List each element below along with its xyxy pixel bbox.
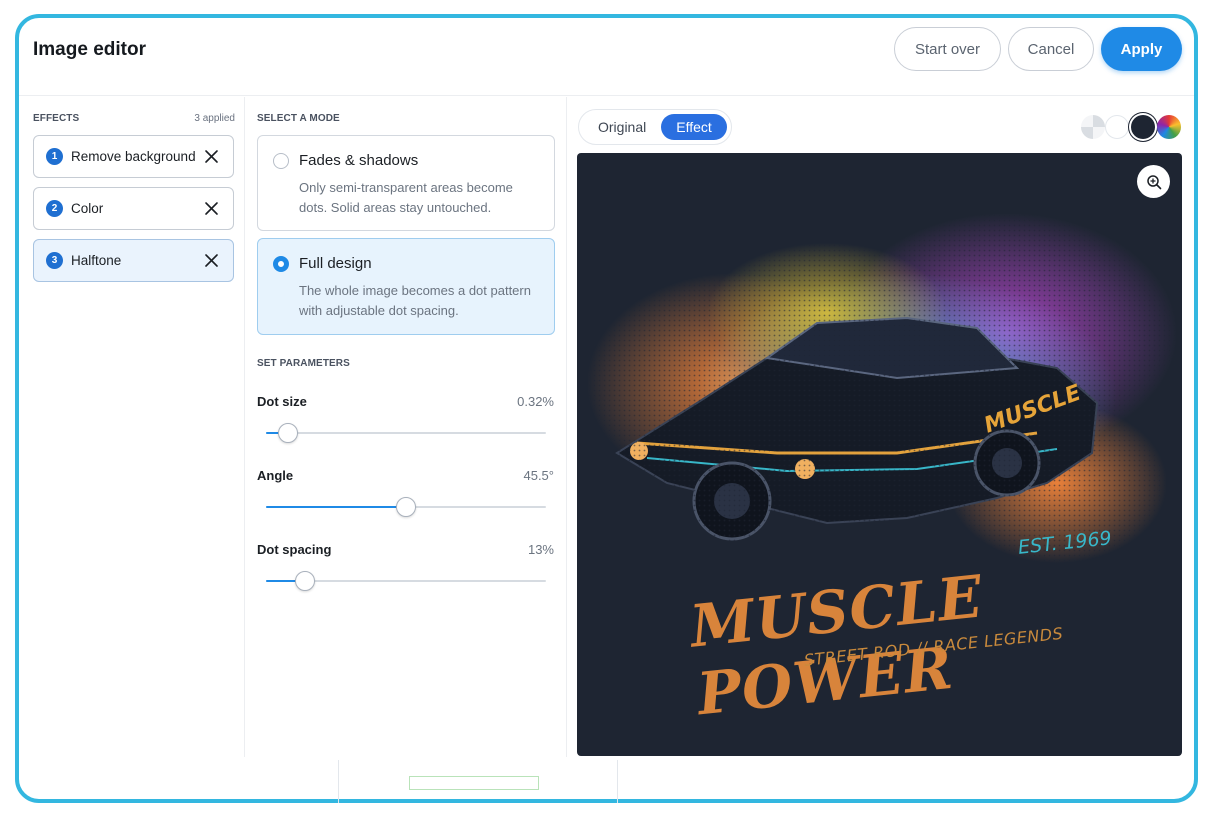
background-chip <box>409 776 539 790</box>
angle-slider[interactable] <box>266 497 546 517</box>
param-label-angle: Angle <box>257 468 294 483</box>
editor-header: Image editor Start over Cancel Apply <box>19 18 1194 96</box>
rainbow-background-swatch[interactable] <box>1157 115 1181 139</box>
effect-item-label: Color <box>71 201 104 216</box>
background-page-fragment <box>338 760 618 803</box>
radio-button[interactable] <box>273 153 289 169</box>
preview-panel: Original Effect MUSCLE EST. 1969 MUSCLE … <box>567 97 1194 757</box>
effect-item-halftone[interactable]: 3 Halftone <box>33 239 234 282</box>
param-label-dot-size: Dot size <box>257 394 307 409</box>
image-editor-window: Image editor Start over Cancel Apply EFF… <box>15 14 1198 803</box>
mode-heading: SELECT A MODE <box>257 113 340 124</box>
mode-option-fades-shadows[interactable]: Fades & shadows Only semi-transparent ar… <box>257 135 555 231</box>
view-toggle: Original Effect <box>578 109 732 145</box>
start-over-button[interactable]: Start over <box>894 27 1001 71</box>
slider-fill <box>266 506 406 508</box>
effect-number-badge: 1 <box>46 148 63 165</box>
tab-original[interactable]: Original <box>583 114 661 140</box>
effect-number-badge: 2 <box>46 200 63 217</box>
dark-background-swatch[interactable] <box>1131 115 1155 139</box>
cancel-button[interactable]: Cancel <box>1008 27 1094 71</box>
effect-item-label: Remove background <box>71 149 196 164</box>
effect-item-color[interactable]: 2 Color <box>33 187 234 230</box>
effect-number-badge: 3 <box>46 252 63 269</box>
slider-thumb[interactable] <box>396 497 416 517</box>
white-background-swatch[interactable] <box>1105 115 1129 139</box>
radio-button[interactable] <box>273 256 289 272</box>
image-canvas[interactable]: MUSCLE EST. 1969 MUSCLE POWER STREET ROD… <box>577 153 1182 756</box>
mode-description: Only semi-transparent areas become dots.… <box>299 180 513 215</box>
zoom-button[interactable] <box>1137 165 1170 198</box>
settings-panel: SELECT A MODE Fades & shadows Only semi-… <box>245 97 567 757</box>
tab-effect[interactable]: Effect <box>661 114 727 140</box>
close-icon[interactable] <box>204 253 219 268</box>
mode-title: Full design <box>299 255 372 272</box>
param-value-angle: 45.5° <box>523 468 554 483</box>
parameters-heading: SET PARAMETERS <box>257 358 350 369</box>
param-value-dot-spacing: 13% <box>527 542 554 557</box>
apply-button[interactable]: Apply <box>1101 27 1182 71</box>
slider-thumb[interactable] <box>295 571 316 591</box>
checker-background-swatch[interactable] <box>1081 115 1105 139</box>
mode-option-full-design[interactable]: Full design The whole image becomes a do… <box>257 238 555 335</box>
close-icon[interactable] <box>204 201 219 216</box>
mode-title: Fades & shadows <box>299 152 419 169</box>
applied-count: 3 applied <box>194 113 235 124</box>
param-value-dot-size: 0.32% <box>517 394 554 409</box>
zoom-in-icon <box>1146 174 1161 189</box>
mode-description: The whole image becomes a dot pattern wi… <box>299 283 531 318</box>
page-title: Image editor <box>33 39 146 60</box>
effects-heading: EFFECTS <box>33 113 80 124</box>
param-label-dot-spacing: Dot spacing <box>257 542 332 557</box>
effect-item-label: Halftone <box>71 253 122 268</box>
slider-thumb[interactable] <box>278 423 299 443</box>
dot-spacing-slider[interactable] <box>266 571 546 591</box>
effects-panel: EFFECTS 3 applied 1 Remove background 2 … <box>19 97 245 757</box>
dot-size-slider[interactable] <box>266 423 546 443</box>
effect-item-remove-background[interactable]: 1 Remove background <box>33 135 234 178</box>
close-icon[interactable] <box>204 149 219 164</box>
